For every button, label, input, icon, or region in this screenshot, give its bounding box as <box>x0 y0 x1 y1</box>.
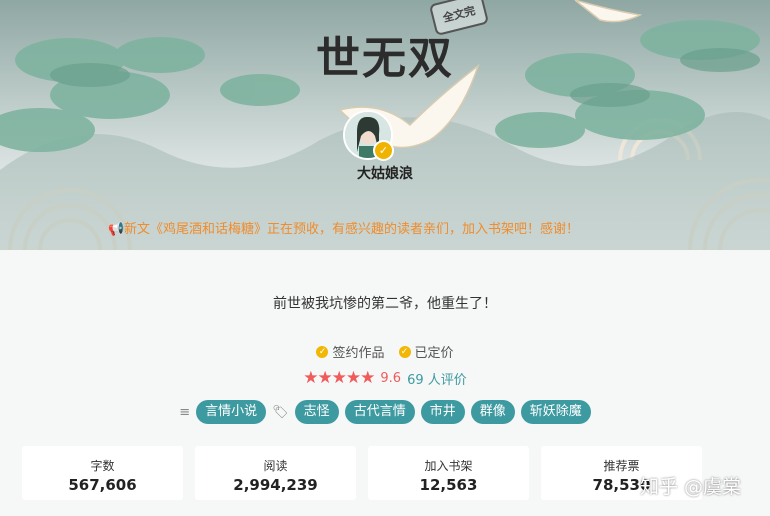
rating-row: ★★★★★ 9.6 69 人评价 <box>0 368 770 388</box>
tag-row: ≡ 言情小说 🏷 志怪 古代言情 市井 群像 斩妖除魔 <box>0 400 770 424</box>
book-intro: 前世被我坑惨的第二爷，他重生了！ <box>273 296 497 312</box>
tag-item[interactable]: 志怪 <box>294 400 339 424</box>
book-title: 世无双 <box>316 33 454 84</box>
stat-value: 2,994,239 <box>233 476 318 494</box>
signed-badge-label: 签约作品 <box>332 346 385 361</box>
stat-value: 12,563 <box>419 476 478 494</box>
stat-bookshelf: 加入书架 12,563 <box>368 446 529 500</box>
tag-item[interactable]: 市井 <box>420 400 465 424</box>
stat-label: 字数 <box>90 459 115 473</box>
stat-value: 567,606 <box>68 476 137 494</box>
checkmark-circle-icon: ✓ <box>398 345 411 358</box>
badge-row: ✓ 签约作品 ✓ 已定价 <box>0 342 770 361</box>
tag-item[interactable]: 古代言情 <box>344 400 415 424</box>
signed-badge: ✓ 签约作品 <box>316 342 385 361</box>
checkmark-circle-icon: ✓ <box>316 345 329 358</box>
verified-icon: ✓ <box>373 140 394 161</box>
rating-score: 9.6 <box>380 370 402 386</box>
stat-word-count: 字数 567,606 <box>22 446 183 500</box>
tag-item[interactable]: 群像 <box>470 400 515 424</box>
announcement-text: 新文《鸡尾酒和话梅糖》正在预收，有感兴趣的读者亲们，加入书架吧！感谢！ <box>124 222 580 237</box>
watermark: 知乎 @虞棠 <box>640 476 742 498</box>
priced-badge: ✓ 已定价 <box>398 342 454 361</box>
announcement: 📢新文《鸡尾酒和话梅糖》正在预收，有感兴趣的读者亲们，加入书架吧！感谢！ <box>108 219 624 241</box>
stat-reads: 阅读 2,994,239 <box>195 446 356 500</box>
tag-category[interactable]: 言情小说 <box>196 400 267 424</box>
tag-item[interactable]: 斩妖除魔 <box>520 400 591 424</box>
list-icon: ≡ <box>179 404 191 420</box>
stat-label: 加入书架 <box>424 459 473 473</box>
cover-banner: 全文完 世无双 ✓ 大姑娘浪 <box>0 0 770 250</box>
priced-badge-label: 已定价 <box>414 346 454 361</box>
megaphone-icon: 📢 <box>108 222 125 237</box>
review-count-link[interactable]: 69 人评价 <box>407 369 467 388</box>
author-name[interactable]: 大姑娘浪 <box>0 163 770 183</box>
tag-icon: 🏷 <box>272 404 289 420</box>
stat-label: 阅读 <box>263 459 288 473</box>
star-rating: ★★★★★ <box>303 368 375 388</box>
stats-row: 字数 567,606 阅读 2,994,239 加入书架 12,563 推荐票 … <box>22 446 702 500</box>
